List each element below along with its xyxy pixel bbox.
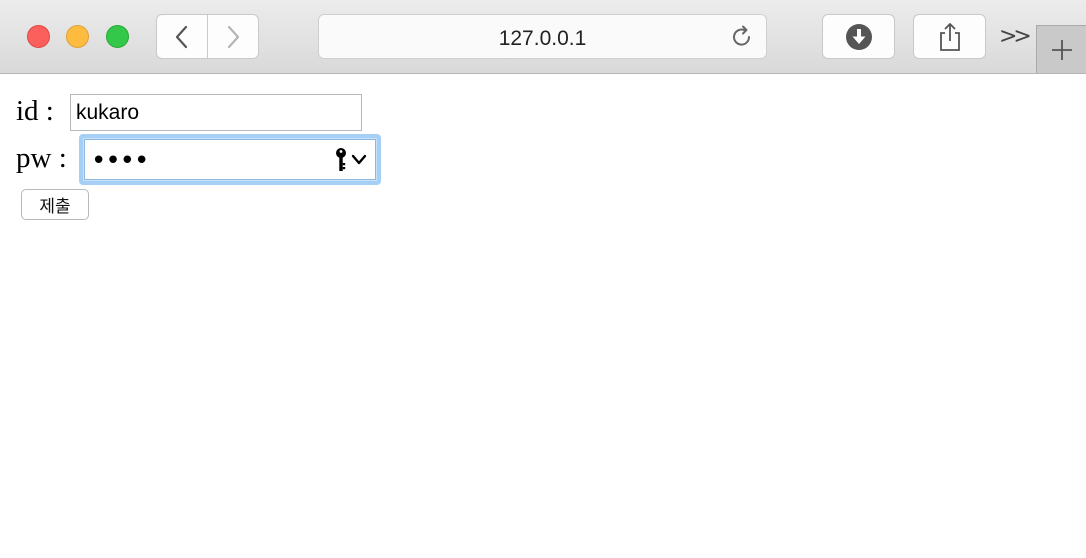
pw-label: pw : bbox=[16, 142, 67, 174]
new-tab-button[interactable] bbox=[1036, 25, 1086, 73]
forward-button[interactable] bbox=[208, 14, 259, 59]
chevron-right-icon bbox=[227, 25, 240, 48]
id-input[interactable] bbox=[70, 94, 362, 131]
double-chevron-right-icon[interactable]: >> bbox=[999, 24, 1032, 49]
window-close-button[interactable] bbox=[27, 25, 50, 48]
browser-toolbar: 127.0.0.1 >> bbox=[0, 0, 1086, 74]
url-text: 127.0.0.1 bbox=[498, 27, 587, 50]
download-icon bbox=[845, 23, 872, 50]
pw-input[interactable]: •••• bbox=[84, 139, 376, 180]
address-bar[interactable]: 127.0.0.1 bbox=[318, 14, 767, 59]
download-group bbox=[822, 14, 895, 59]
nav-button-group bbox=[156, 14, 259, 59]
back-button[interactable] bbox=[156, 14, 208, 59]
share-group bbox=[913, 14, 986, 59]
share-button[interactable] bbox=[913, 14, 986, 59]
submit-button[interactable]: 제출 bbox=[21, 189, 89, 220]
pw-focus-ring: •••• bbox=[79, 134, 381, 185]
window-maximize-button[interactable] bbox=[106, 25, 129, 48]
reload-button[interactable] bbox=[730, 25, 754, 54]
chevron-left-icon bbox=[175, 25, 188, 48]
page-content: id : pw : •••• 제출 bbox=[0, 75, 1086, 558]
chevron-down-icon[interactable] bbox=[351, 154, 367, 166]
pw-masked-value: •••• bbox=[91, 146, 149, 176]
downloads-button[interactable] bbox=[822, 14, 895, 59]
reload-icon bbox=[733, 25, 751, 46]
id-label: id : bbox=[16, 95, 54, 127]
key-icon[interactable] bbox=[335, 147, 347, 173]
share-icon bbox=[939, 22, 960, 51]
window-minimize-button[interactable] bbox=[66, 25, 89, 48]
plus-icon bbox=[1051, 39, 1072, 60]
